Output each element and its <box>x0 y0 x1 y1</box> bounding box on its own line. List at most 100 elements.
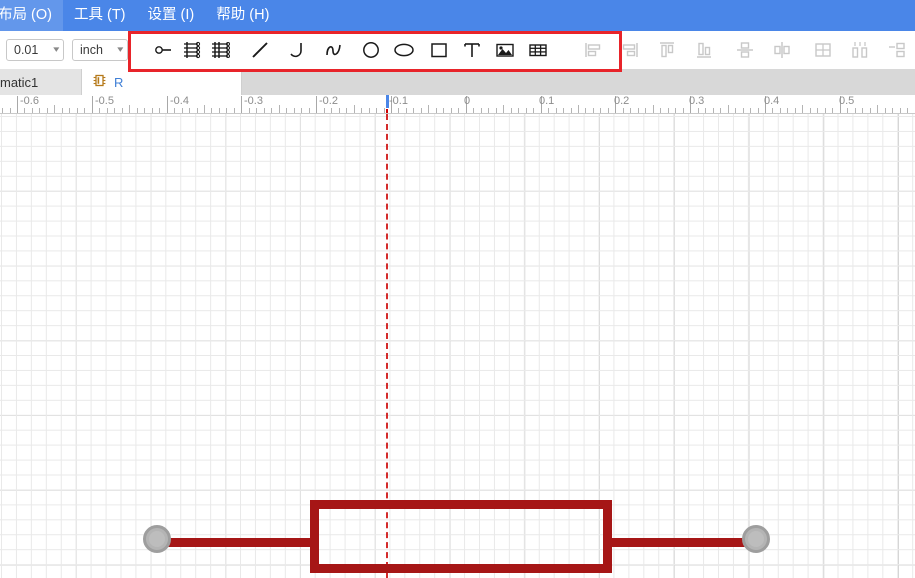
circle-icon <box>360 39 382 61</box>
ruler-minor-tick <box>728 105 729 113</box>
ruler-minor-tick <box>518 108 519 113</box>
text-icon <box>461 39 483 61</box>
ruler-label: 0 <box>464 95 471 107</box>
ruler-minor-tick <box>84 108 85 113</box>
ruler-minor-tick <box>144 108 145 113</box>
distribute-grid[interactable] <box>808 35 837 64</box>
ruler-minor-tick <box>556 108 557 113</box>
ruler-minor-tick <box>548 108 549 113</box>
ruler-minor-tick <box>743 108 744 113</box>
tool-multi-bus-entry[interactable] <box>206 35 235 64</box>
ruler-minor-tick <box>877 105 878 113</box>
menu-help[interactable]: 帮助 (H) <box>205 0 280 31</box>
ruler-minor-tick <box>713 108 714 113</box>
menu-tools[interactable]: 工具 (T) <box>63 0 137 31</box>
grid-size-select[interactable]: 0.01 ▾ <box>6 38 64 61</box>
ruler-label: 0.3 <box>689 95 705 107</box>
ruler-minor-tick <box>750 108 751 113</box>
distribute-vertical-icon <box>886 39 908 61</box>
tool-pin[interactable] <box>148 35 177 64</box>
align-bottom[interactable] <box>689 35 718 64</box>
pin-left[interactable] <box>143 525 171 553</box>
resistor-body-rectangle[interactable] <box>310 500 612 573</box>
align-center-vertical[interactable] <box>767 35 796 64</box>
tool-table[interactable] <box>523 35 552 64</box>
menu-settings[interactable]: 设置 (I) <box>137 0 206 31</box>
tool-image[interactable] <box>490 35 519 64</box>
ruler-minor-tick <box>331 108 332 113</box>
ruler-minor-tick <box>384 108 385 113</box>
ruler-minor-tick <box>339 108 340 113</box>
ruler-minor-tick <box>698 108 699 113</box>
ruler-minor-tick <box>870 108 871 113</box>
ruler-minor-tick <box>234 108 235 113</box>
ruler-label: -0.1 <box>389 95 408 107</box>
distribute-vertical[interactable] <box>882 35 911 64</box>
tool-spline[interactable] <box>319 35 348 64</box>
ruler-minor-tick <box>563 108 564 113</box>
ruler-label: 0.5 <box>839 95 855 107</box>
ruler-minor-tick <box>376 108 377 113</box>
align-left[interactable] <box>578 35 607 64</box>
ruler-minor-tick <box>593 108 594 113</box>
ruler-label: 0.4 <box>764 95 780 107</box>
align-right[interactable] <box>615 35 644 64</box>
ruler-minor-tick <box>107 108 108 113</box>
distribute-grid-icon <box>812 39 834 61</box>
ruler-minor-tick <box>443 108 444 113</box>
pin-right[interactable] <box>742 525 770 553</box>
ruler-minor-tick <box>421 108 422 113</box>
tab-schematic1[interactable]: matic1 <box>0 69 82 95</box>
ruler-minor-tick <box>496 108 497 113</box>
distribute-horizontal[interactable] <box>845 35 874 64</box>
tab-symbol-r[interactable]: R <box>82 69 242 95</box>
ruler-minor-tick <box>645 108 646 113</box>
horizontal-ruler[interactable]: -0.6 -0.5 -0.4 -0.3 -0.2 -0.1 0 0.1 0.2 0.3 0.4 0.5 <box>0 95 915 114</box>
ruler-minor-tick <box>436 108 437 113</box>
align-center-horizontal-icon <box>734 39 756 61</box>
rectangle-icon <box>428 39 450 61</box>
align-top[interactable] <box>652 35 681 64</box>
schematic-canvas[interactable] <box>0 114 915 578</box>
tool-rectangle[interactable] <box>424 35 453 64</box>
ruler-minor-tick <box>219 108 220 113</box>
ruler-minor-tick <box>361 108 362 113</box>
tool-arc[interactable] <box>282 35 311 64</box>
ruler-minor-tick <box>204 105 205 113</box>
ellipse-icon <box>392 39 416 61</box>
tool-circle[interactable] <box>356 35 385 64</box>
unit-select[interactable]: inch ▾ <box>72 38 128 61</box>
arc-icon <box>286 39 308 61</box>
tool-text[interactable] <box>457 35 486 64</box>
ruler-minor-tick <box>802 105 803 113</box>
ruler-minor-tick <box>189 108 190 113</box>
ruler-label: 0.2 <box>614 95 630 107</box>
tool-line[interactable] <box>245 35 274 64</box>
ruler-minor-tick <box>720 108 721 113</box>
tool-ellipse[interactable] <box>389 35 418 64</box>
ruler-minor-tick <box>428 105 429 113</box>
ruler-minor-tick <box>488 108 489 113</box>
ruler-minor-tick <box>369 108 370 113</box>
ruler-minor-tick <box>585 108 586 113</box>
ruler-minor-tick <box>571 108 572 113</box>
tool-bus-entry[interactable] <box>177 35 206 64</box>
ruler-minor-tick <box>660 108 661 113</box>
ruler-minor-tick <box>39 108 40 113</box>
pin-icon <box>152 39 174 61</box>
ruler-minor-tick <box>683 108 684 113</box>
ruler-minor-tick <box>271 108 272 113</box>
ruler-minor-tick <box>787 108 788 113</box>
menu-layout[interactable]: 布局 (O) <box>0 0 63 31</box>
ruler-minor-tick <box>10 108 11 113</box>
ruler-minor-tick <box>458 108 459 113</box>
resistor-right-lead[interactable] <box>607 538 759 547</box>
ruler-minor-tick <box>122 108 123 113</box>
ruler-minor-tick <box>279 105 280 113</box>
align-center-horizontal[interactable] <box>730 35 759 64</box>
ruler-minor-tick <box>32 108 33 113</box>
ruler-minor-tick <box>758 108 759 113</box>
resistor-left-lead[interactable] <box>160 538 315 547</box>
chevron-down-icon: ▾ <box>117 44 124 54</box>
ruler-minor-tick <box>2 108 3 113</box>
